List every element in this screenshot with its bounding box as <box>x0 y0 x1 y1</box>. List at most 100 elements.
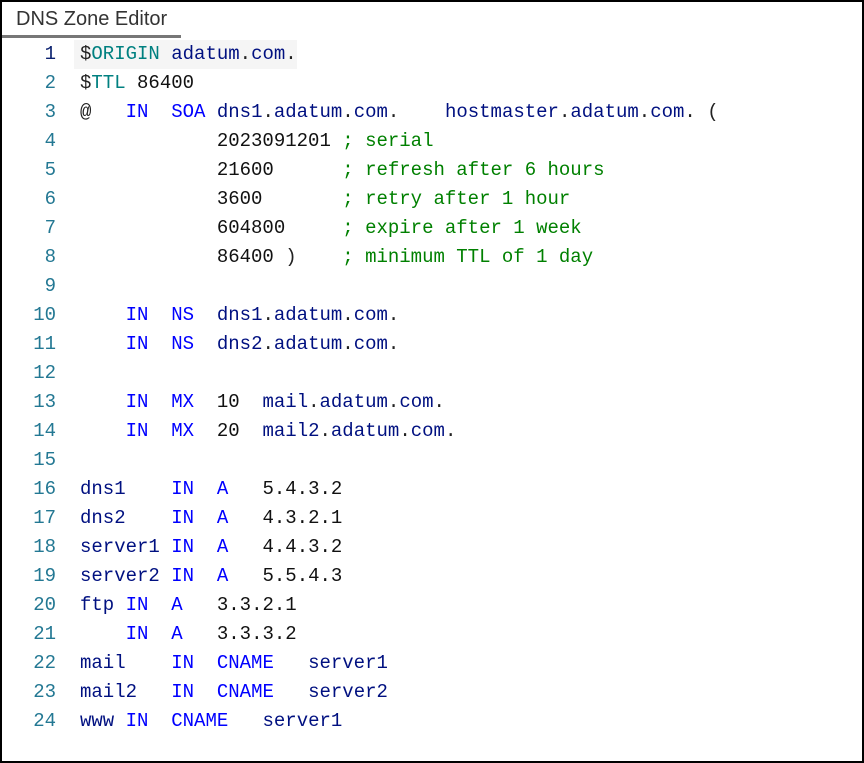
token-pun <box>114 594 125 616</box>
token-name: server2 <box>308 681 388 703</box>
token-pun: ) <box>274 246 342 268</box>
code-line[interactable]: 15 <box>2 446 862 475</box>
token-kw: MX <box>171 420 194 442</box>
code-content[interactable]: $ORIGIN adatum.com. <box>74 40 297 69</box>
code-content[interactable]: IN MX 10 mail.adatum.com. <box>74 388 445 417</box>
token-numk: 2023091201 <box>217 130 331 152</box>
token-pun <box>160 565 171 587</box>
token-pun <box>114 710 125 732</box>
code-line[interactable]: 16dns1 IN A 5.4.3.2 <box>2 475 862 504</box>
token-pun <box>126 652 172 674</box>
code-line[interactable]: 9 <box>2 272 862 301</box>
code-content[interactable]: ftp IN A 3.3.2.1 <box>74 591 297 620</box>
editor-tab-label: DNS Zone Editor <box>16 8 167 30</box>
code-line[interactable]: 12 <box>2 359 862 388</box>
token-kw: IN <box>126 391 149 413</box>
code-content[interactable]: www IN CNAME server1 <box>74 707 342 736</box>
token-pun <box>80 246 217 268</box>
code-line[interactable]: 20ftp IN A 3.3.2.1 <box>2 591 862 620</box>
code-line[interactable]: 24www IN CNAME server1 <box>2 707 862 736</box>
token-pun <box>126 507 172 529</box>
code-line[interactable]: 4 2023091201 ; serial <box>2 127 862 156</box>
line-number: 10 <box>2 301 74 330</box>
code-line[interactable]: 7 604800 ; expire after 1 week <box>2 214 862 243</box>
token-kw: IN <box>126 594 149 616</box>
code-content[interactable]: dns2 IN A 4.3.2.1 <box>74 504 342 533</box>
code-content[interactable]: server2 IN A 5.5.4.3 <box>74 562 342 591</box>
token-numk: 5.5.4.3 <box>262 565 342 587</box>
token-name: adatum <box>331 420 399 442</box>
code-line[interactable]: 2$TTL 86400 <box>2 69 862 98</box>
code-line[interactable]: 8 86400 ) ; minimum TTL of 1 day <box>2 243 862 272</box>
code-line[interactable]: 1$ORIGIN adatum.com. <box>2 40 862 69</box>
code-line[interactable]: 10 IN NS dns1.adatum.com. <box>2 301 862 330</box>
token-pun: . <box>388 333 399 355</box>
token-name: www <box>80 710 114 732</box>
token-pun <box>160 43 171 65</box>
token-name: com <box>354 304 388 326</box>
code-line[interactable]: 23mail2 IN CNAME server2 <box>2 678 862 707</box>
code-content[interactable] <box>74 272 91 301</box>
code-content[interactable]: IN MX 20 mail2.adatum.com. <box>74 417 456 446</box>
code-editor[interactable]: 1$ORIGIN adatum.com.2$TTL 864003@ IN SOA… <box>2 38 862 761</box>
token-pun: . <box>342 333 353 355</box>
code-line[interactable]: 21 IN A 3.3.3.2 <box>2 620 862 649</box>
code-line[interactable]: 14 IN MX 20 mail2.adatum.com. <box>2 417 862 446</box>
token-name: dns1 <box>80 478 126 500</box>
code-content[interactable] <box>74 446 91 475</box>
code-line[interactable]: 22mail IN CNAME server1 <box>2 649 862 678</box>
token-name: adatum <box>274 333 342 355</box>
code-line[interactable]: 5 21600 ; refresh after 6 hours <box>2 156 862 185</box>
code-content[interactable]: server1 IN A 4.4.3.2 <box>74 533 342 562</box>
code-content[interactable]: IN A 3.3.3.2 <box>74 620 297 649</box>
line-number: 1 <box>2 40 74 69</box>
token-pun <box>148 623 171 645</box>
code-content[interactable]: IN NS dns1.adatum.com. <box>74 301 399 330</box>
code-content[interactable]: @ IN SOA dns1.adatum.com. hostmaster.ada… <box>74 98 719 127</box>
token-name: com <box>399 391 433 413</box>
code-content[interactable]: 86400 ) ; minimum TTL of 1 day <box>74 243 593 272</box>
token-pun <box>331 130 342 152</box>
code-line[interactable]: 18server1 IN A 4.4.3.2 <box>2 533 862 562</box>
token-pun <box>285 217 342 239</box>
token-numk: 86400 <box>137 72 194 94</box>
code-line[interactable]: 6 3600 ; retry after 1 hour <box>2 185 862 214</box>
token-name: adatum <box>274 101 342 123</box>
code-line[interactable]: 19server2 IN A 5.5.4.3 <box>2 562 862 591</box>
code-content[interactable]: mail2 IN CNAME server2 <box>74 678 388 707</box>
code-content[interactable]: 21600 ; refresh after 6 hours <box>74 156 605 185</box>
code-line[interactable]: 13 IN MX 10 mail.adatum.com. <box>2 388 862 417</box>
token-pun <box>80 623 126 645</box>
code-content[interactable]: $TTL 86400 <box>74 69 194 98</box>
line-number: 9 <box>2 272 74 301</box>
code-line[interactable]: 17dns2 IN A 4.3.2.1 <box>2 504 862 533</box>
token-pun: . <box>262 333 273 355</box>
token-kw: IN <box>126 623 149 645</box>
code-content[interactable]: IN NS dns2.adatum.com. <box>74 330 399 359</box>
token-kw: IN <box>171 681 194 703</box>
token-pun <box>240 391 263 413</box>
code-content[interactable]: 3600 ; retry after 1 hour <box>74 185 570 214</box>
code-content[interactable]: dns1 IN A 5.4.3.2 <box>74 475 342 504</box>
code-content[interactable]: 2023091201 ; serial <box>74 127 433 156</box>
code-content[interactable]: mail IN CNAME server1 <box>74 649 388 678</box>
code-line[interactable]: 11 IN NS dns2.adatum.com. <box>2 330 862 359</box>
code-content[interactable]: 604800 ; expire after 1 week <box>74 214 582 243</box>
code-line[interactable]: 3@ IN SOA dns1.adatum.com. hostmaster.ad… <box>2 98 862 127</box>
line-number: 3 <box>2 98 74 127</box>
line-number: 16 <box>2 475 74 504</box>
token-name: server2 <box>80 565 160 587</box>
token-name: com <box>251 43 285 65</box>
token-name: com <box>411 420 445 442</box>
code-content[interactable] <box>74 359 91 388</box>
token-pun: . <box>445 420 456 442</box>
token-numk: 4.4.3.2 <box>262 536 342 558</box>
line-number: 20 <box>2 591 74 620</box>
token-pun: . <box>388 101 445 123</box>
token-pun: . <box>240 43 251 65</box>
editor-tab[interactable]: DNS Zone Editor <box>2 2 181 38</box>
token-kw: SOA <box>171 101 205 123</box>
token-pun: $ <box>80 72 91 94</box>
token-kw: A <box>217 507 228 529</box>
token-pun <box>160 536 171 558</box>
